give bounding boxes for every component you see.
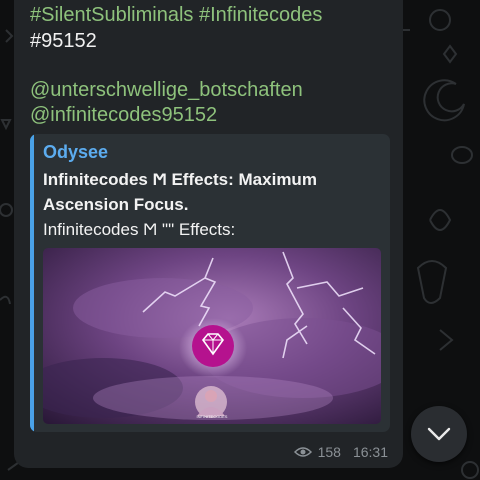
link-preview-accent-bar	[30, 134, 34, 432]
chevron-down-icon	[427, 427, 451, 441]
views-count: 158	[317, 444, 341, 460]
link-preview[interactable]: Odysee Infinitecodes Ϻ Effects: Maximum …	[30, 134, 390, 432]
mention-unterschwellige-link[interactable]: @unterschwellige_botschaften	[30, 78, 303, 102]
image-label: INFINITECODES	[197, 414, 228, 419]
eye-icon	[293, 447, 312, 457]
code-text: #95152	[30, 30, 97, 52]
mention-infinitecodes-link[interactable]: @infinitecodes95152	[30, 103, 217, 127]
hashtags-text[interactable]: #SilentSubliminals #Infinitecodes	[30, 3, 322, 27]
link-preview-title: Infinitecodes Ϻ Effects: Maximum Ascensi…	[43, 170, 317, 214]
link-preview-description: Infinitecodes Ϻ "" Effects:	[43, 220, 236, 239]
scroll-to-bottom-button[interactable]	[411, 406, 467, 462]
diamond-icon	[192, 325, 234, 367]
message-time: 16:31	[352, 444, 388, 460]
message-meta: 158 16:31	[293, 444, 388, 460]
link-preview-site-name: Odysee	[43, 142, 109, 162]
link-preview-image[interactable]: INFINITECODES	[43, 248, 381, 424]
